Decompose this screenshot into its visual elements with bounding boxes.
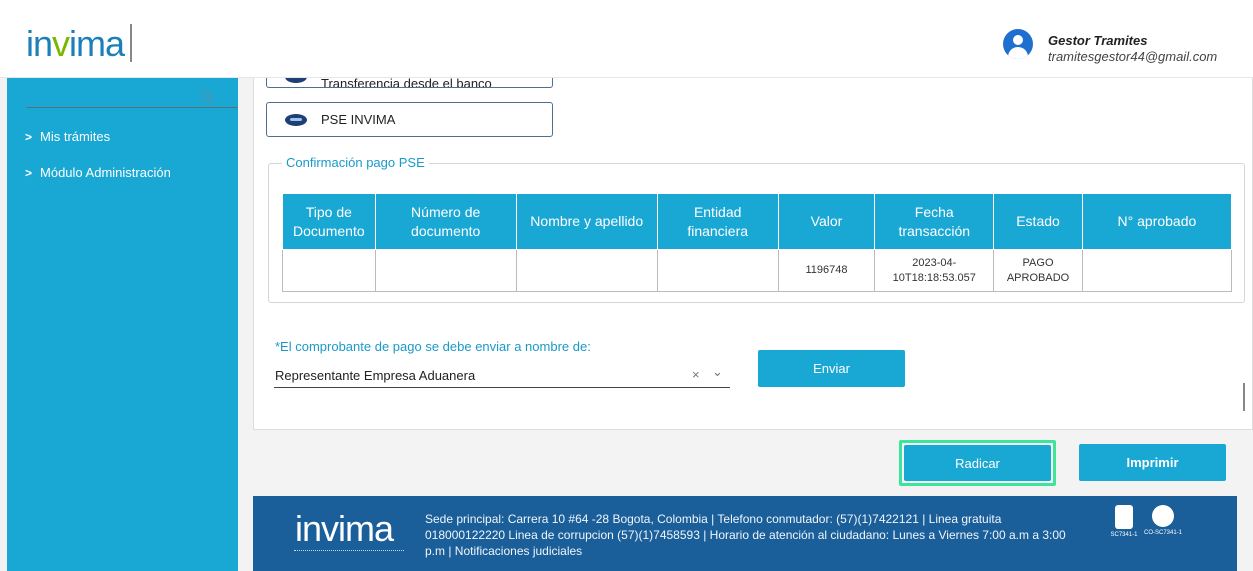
clear-icon[interactable]: × bbox=[692, 367, 700, 382]
column-header: Valor bbox=[777, 193, 876, 250]
sidebar-item-mis-tramites[interactable]: > Mis trámites bbox=[25, 129, 110, 144]
search-input[interactable] bbox=[26, 107, 238, 108]
sidebar-item-modulo-administracion[interactable]: > Módulo Administración bbox=[25, 165, 171, 180]
cert-code: CO-SC7341-1 bbox=[1144, 530, 1183, 536]
column-header: Fecha transacción bbox=[874, 193, 995, 250]
logo-text: invima bbox=[26, 23, 125, 64]
column-header: N° aprobado bbox=[1081, 193, 1233, 250]
table-cell bbox=[1081, 249, 1233, 292]
pse-icon bbox=[285, 113, 307, 126]
column-header: Estado bbox=[993, 193, 1083, 250]
chevron-down-icon[interactable]: ⌄ bbox=[712, 364, 723, 380]
user-email: tramitesgestor44@gmail.com bbox=[1048, 49, 1218, 64]
table-header-row: Tipo de Documento Número de documento No… bbox=[282, 193, 1233, 250]
imprimir-button[interactable]: Imprimir bbox=[1079, 444, 1226, 481]
table-cell-valor: 1196748 bbox=[777, 249, 876, 292]
table-cell bbox=[282, 249, 376, 292]
iqnet-badge-icon bbox=[1152, 505, 1174, 527]
pse-confirmation-legend: Confirmación pago PSE bbox=[282, 155, 429, 170]
pse-invima-label: PSE INVIMA bbox=[321, 112, 396, 127]
column-header: Número de documento bbox=[374, 193, 517, 250]
column-header: Tipo de Documento bbox=[282, 193, 376, 250]
logo-divider bbox=[130, 24, 133, 62]
icontec-badge-icon bbox=[1115, 505, 1133, 529]
pse-invima-button[interactable]: PSE INVIMA bbox=[266, 102, 553, 137]
footer-contact-text: Sede principal: Carrera 10 #64 -28 Bogot… bbox=[425, 512, 1066, 558]
pse-confirmation-table: Tipo de Documento Número de documento No… bbox=[282, 193, 1233, 292]
radicar-button[interactable]: Radicar bbox=[904, 445, 1051, 481]
select-value: Representante Empresa Aduanera bbox=[275, 368, 476, 383]
user-name: Gestor Tramites bbox=[1048, 33, 1148, 48]
receipt-label: *El comprobante de pago se debe enviar a… bbox=[275, 339, 591, 354]
column-header: Nombre y apellido bbox=[515, 193, 658, 250]
invima-logo[interactable]: invima bbox=[26, 22, 133, 64]
footer-logo: invima bbox=[295, 508, 394, 549]
iso-certification: SC7341-1 bbox=[1109, 505, 1139, 553]
table-cell bbox=[374, 249, 517, 292]
top-header: invima Gestor Tramites tramitesgestor44@… bbox=[0, 0, 1253, 78]
sidebar-item-label: Módulo Administración bbox=[40, 165, 171, 180]
iqnet-certification: CO-SC7341-1 bbox=[1144, 505, 1182, 553]
table-cell-estado: PAGO APROBADO bbox=[993, 249, 1083, 292]
chevron-right-icon: > bbox=[25, 129, 33, 144]
cert-code: SC7341-1 bbox=[1110, 532, 1138, 538]
table-cell bbox=[515, 249, 658, 292]
table-cell-fecha: 2023-04-10T18:18:53.057 bbox=[874, 249, 995, 292]
user-avatar-icon[interactable] bbox=[1003, 29, 1033, 59]
sidebar: > Mis trámites > Módulo Administración bbox=[7, 78, 238, 571]
chevron-right-icon: > bbox=[25, 165, 33, 180]
table-row: 1196748 2023-04-10T18:18:53.057 PAGO APR… bbox=[282, 249, 1233, 292]
footer-logo-tagline bbox=[294, 550, 404, 553]
send-button[interactable]: Enviar bbox=[758, 350, 905, 387]
table-cell bbox=[656, 249, 779, 292]
sidebar-item-label: Mis trámites bbox=[40, 129, 111, 144]
scrollbar[interactable] bbox=[1243, 383, 1245, 411]
receipt-recipient-select[interactable]: Representante Empresa Aduanera × ⌄ bbox=[274, 362, 730, 388]
column-header: Entidad financiera bbox=[656, 193, 779, 250]
search-icon[interactable] bbox=[200, 90, 214, 104]
